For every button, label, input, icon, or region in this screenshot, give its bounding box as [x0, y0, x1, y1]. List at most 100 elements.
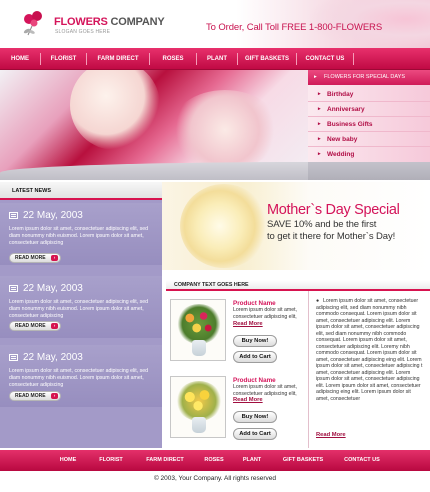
product-image[interactable]	[170, 299, 226, 361]
brand-rest: COMPANY	[107, 16, 165, 28]
brand-accent: FLOWERS	[54, 16, 108, 28]
order-phone-line: To Order, Call Toll FREE 1-800-FLOWERS	[206, 22, 383, 33]
hero-petal	[70, 70, 160, 150]
product-image[interactable]	[170, 376, 226, 438]
top-nav: HOME FLORIST FARM DIRECT ROSES PLANT GIF…	[0, 48, 430, 70]
product-desc-text: Lorem ipsum dolor sit amet, consectetuer…	[233, 307, 298, 320]
hero-petal	[170, 90, 280, 170]
bouquet-image	[176, 381, 222, 421]
buy-now-button[interactable]: Buy Now!	[233, 411, 277, 423]
news-text: Lorem ipsum dolor sit amet, consectetuer…	[9, 299, 148, 319]
read-more-button[interactable]: READ MORE ›	[9, 321, 61, 331]
read-more-button[interactable]: READ MORE ›	[9, 391, 61, 401]
read-more-button[interactable]: READ MORE ›	[9, 253, 61, 263]
footer-nav-roses[interactable]: ROSES	[196, 450, 232, 471]
add-to-cart-button[interactable]: Add to Cart	[233, 428, 277, 440]
arrow-right-icon: ▸	[318, 136, 321, 142]
footer-nav-gift-baskets[interactable]: GIFT BASKETS	[272, 450, 334, 471]
mothers-day-banner[interactable]: Mother`s Day Special SAVE 10% and be the…	[162, 182, 430, 270]
special-item-business-gifts[interactable]: ▸ Business Gifts	[308, 117, 430, 132]
brand-name[interactable]: FLOWERS COMPANY	[54, 16, 165, 28]
nav-divider	[353, 53, 354, 65]
product-read-more-link[interactable]: Read More	[233, 321, 263, 327]
company-text-header: COMPANY TEXT GOES HERE	[166, 280, 430, 291]
footer-nav-farm-direct[interactable]: FARM DIRECT	[134, 450, 196, 471]
copyright: © 2003, Your Company. All rights reserve…	[0, 472, 430, 492]
news-date: 22 May, 2003	[23, 352, 83, 363]
company-text-block: ● Lorem ipsum dolor sit amet, consectetu…	[316, 298, 424, 402]
promo-line: to get it there for Mother`s Day!	[267, 231, 396, 242]
flower-logo-icon	[23, 11, 42, 36]
bouquet-image	[176, 304, 222, 344]
document-icon	[9, 354, 18, 361]
product-name[interactable]: Product Name	[233, 300, 276, 307]
special-item-label: New baby	[327, 136, 358, 143]
arrow-right-icon: ▸	[318, 106, 321, 112]
vase-image	[192, 340, 206, 356]
product-name[interactable]: Product Name	[233, 377, 276, 384]
vase-image	[192, 417, 206, 433]
nav-gift-baskets[interactable]: GIFT BASKETS	[238, 48, 296, 70]
special-item-label: Wedding	[327, 151, 355, 158]
document-icon	[9, 212, 18, 219]
special-item-wedding[interactable]: ▸ Wedding	[308, 147, 430, 162]
nav-contact-us[interactable]: CONTACT US	[297, 48, 353, 70]
special-days-panel: ▸ FLOWERS FOR SPECIAL DAYS ▸ Birthday ▸ …	[308, 70, 430, 180]
company-read-more-link[interactable]: Read More	[316, 432, 346, 438]
special-item-label: Business Gifts	[327, 121, 373, 128]
arrow-right-icon: ›	[51, 393, 58, 399]
product-desc: Lorem ipsum dolor sit amet, consectetuer…	[233, 307, 305, 320]
footer-nav-florist[interactable]: FLORIST	[88, 450, 134, 471]
product-read-more-link[interactable]: Read More	[233, 397, 263, 403]
special-item-label: Anniversary	[327, 106, 365, 113]
read-more-label: READ MORE	[15, 323, 46, 329]
latest-news-column: LATEST NEWS 22 May, 2003 Lorem ipsum dol…	[0, 182, 162, 448]
product-desc-text: Lorem ipsum dolor sit amet, consectetuer…	[233, 384, 298, 397]
column-divider	[308, 291, 309, 448]
panel-bottom-band	[308, 162, 430, 180]
nav-florist[interactable]: FLORIST	[41, 48, 86, 70]
arrow-right-icon: ›	[51, 323, 58, 329]
special-days-header: ▸ FLOWERS FOR SPECIAL DAYS	[308, 70, 430, 85]
latest-news-title: LATEST NEWS	[12, 188, 52, 194]
arrow-right-icon: ▸	[314, 74, 317, 80]
document-icon	[9, 285, 18, 292]
footer-nav-plant[interactable]: PLANT	[232, 450, 272, 471]
nav-home[interactable]: HOME	[0, 48, 40, 70]
news-item: 22 May, 2003 Lorem ipsum dolor sit amet,…	[0, 345, 162, 407]
news-text: Lorem ipsum dolor sit amet, consectetuer…	[9, 226, 148, 246]
add-to-cart-button[interactable]: Add to Cart	[233, 351, 277, 363]
buy-now-button[interactable]: Buy Now!	[233, 335, 277, 347]
news-date: 22 May, 2003	[23, 210, 83, 221]
product-desc: Lorem ipsum dolor sit amet, consectetuer…	[233, 384, 305, 397]
nav-farm-direct[interactable]: FARM DIRECT	[87, 48, 149, 70]
read-more-label: READ MORE	[15, 393, 46, 399]
promo-title: Mother`s Day Special	[267, 202, 400, 218]
special-item-label: Birthday	[327, 91, 354, 98]
nav-plant[interactable]: PLANT	[197, 48, 237, 70]
arrow-right-icon: ▸	[318, 121, 321, 127]
site-header: FLOWERS COMPANY SLOGAN GOES HERE To Orde…	[0, 0, 430, 48]
special-item-birthday[interactable]: ▸ Birthday	[308, 87, 430, 102]
news-item: 22 May, 2003 Lorem ipsum dolor sit amet,…	[0, 203, 162, 265]
slogan: SLOGAN GOES HERE	[55, 29, 111, 35]
hero-carnation-image	[0, 70, 308, 180]
footer-nav-home[interactable]: HOME	[48, 450, 88, 471]
company-text-body: Lorem ipsum dolor sit amet, consectetuer…	[316, 298, 423, 402]
company-text-title: COMPANY TEXT GOES HERE	[174, 282, 249, 288]
read-more-label: READ MORE	[15, 255, 46, 261]
news-item: 22 May, 2003 Lorem ipsum dolor sit amet,…	[0, 276, 162, 338]
news-date: 22 May, 2003	[23, 283, 83, 294]
footer-nav-contact-us[interactable]: CONTACT US	[334, 450, 390, 471]
footer-nav: HOME FLORIST FARM DIRECT ROSES PLANT GIF…	[0, 450, 430, 471]
nav-roses[interactable]: ROSES	[150, 48, 196, 70]
bullet-icon: ●	[316, 298, 320, 304]
news-text: Lorem ipsum dolor sit amet, consectetuer…	[9, 368, 148, 388]
special-item-anniversary[interactable]: ▸ Anniversary	[308, 102, 430, 117]
special-days-title: FLOWERS FOR SPECIAL DAYS	[324, 74, 405, 80]
arrow-right-icon: ▸	[318, 91, 321, 97]
latest-news-header: LATEST NEWS	[0, 182, 162, 200]
arrow-right-icon: ›	[51, 255, 58, 261]
promo-line: SAVE 10% and be the first	[267, 219, 377, 230]
special-item-new-baby[interactable]: ▸ New baby	[308, 132, 430, 147]
